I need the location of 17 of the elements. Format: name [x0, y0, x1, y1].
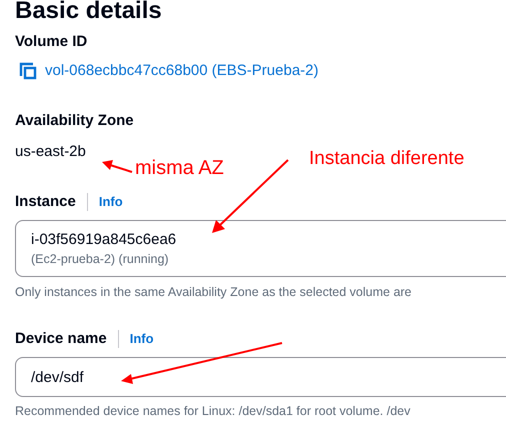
copy-icon[interactable]: [19, 62, 37, 80]
field-label: Instance: [15, 192, 76, 212]
help-text: Only instances in the same Availability Zone as the selected volume are: [15, 284, 412, 301]
annotation-text: Instancia diferente: [309, 147, 464, 171]
field-label: Availability Zone: [15, 111, 134, 131]
annotation-arrow: [102, 160, 132, 173]
device-name-field[interactable]: /dev/sdf: [15, 357, 506, 397]
info-link[interactable]: Info: [130, 329, 154, 349]
instance-select[interactable]: i-03f56919a845c6ea6 (Ec2-prueba-2) (running): [15, 220, 506, 277]
help-text: Recommended device names for Linux: /dev/sda1 for root volume. /dev: [15, 403, 410, 420]
annotation-text: misma AZ: [135, 156, 224, 180]
section-title: Basic details: [15, 0, 162, 26]
volume-link[interactable]: vol-068ecbbc47cc68b00 (EBS-Prueba-2): [45, 61, 318, 81]
field-value: us-east-2b: [15, 142, 86, 162]
info-link[interactable]: Info: [98, 192, 123, 212]
field-label: Device name: [15, 329, 107, 349]
field-label: Volume ID: [15, 32, 88, 52]
